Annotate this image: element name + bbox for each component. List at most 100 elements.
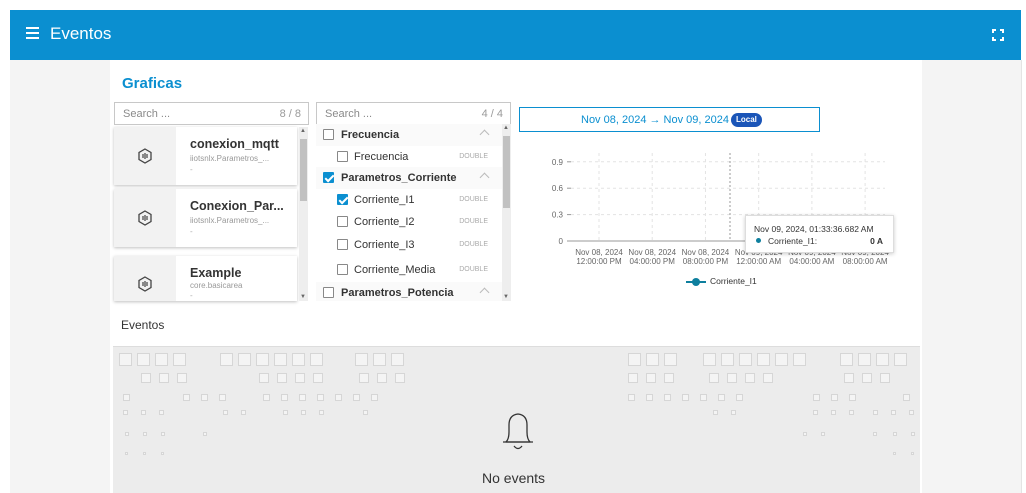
variable-search-input[interactable]: Search ... 4 / 4 [316, 102, 511, 125]
asset-name: Example [190, 266, 242, 280]
x-tick-time: 08:00:00 AM [843, 257, 888, 266]
background-pattern-square [201, 394, 208, 401]
asset-search-placeholder: Search ... [123, 108, 171, 120]
variable-type: DOUBLE [459, 241, 488, 248]
x-tick-time: 04:00:00 AM [789, 257, 834, 266]
asset-type: iiotsnlx.Parametros_... [190, 154, 270, 163]
background-pattern-square [123, 394, 130, 401]
checkbox[interactable] [337, 264, 348, 275]
asset-name: conexion_mqtt [190, 137, 279, 151]
app-header: Eventos [10, 10, 1021, 60]
page-scrollbar[interactable] [1021, 60, 1026, 493]
background-pattern-square [911, 432, 915, 436]
background-pattern-square [763, 373, 773, 383]
variable-group-row[interactable]: Frecuencia [316, 124, 504, 146]
background-pattern-square [377, 373, 387, 383]
background-pattern-square [721, 353, 734, 366]
checkbox[interactable] [323, 129, 334, 140]
background-pattern-square [299, 394, 306, 401]
background-pattern-square [903, 394, 910, 401]
variable-label: Corriente_I3 [354, 239, 415, 251]
background-pattern-square [123, 410, 128, 415]
variable-row[interactable]: Corriente_I1 DOUBLE [316, 189, 504, 211]
scroll-thumb[interactable] [300, 139, 307, 201]
hamburger-icon[interactable] [26, 27, 39, 39]
asset-card[interactable]: Example core.basicarea - [114, 256, 297, 301]
asset-card[interactable]: Conexion_Par... iiotsnlx.Parametros_... … [114, 189, 297, 247]
asset-hexagon-icon [138, 276, 152, 292]
background-pattern-square [173, 353, 186, 366]
background-pattern-square [371, 394, 378, 401]
asset-hexagon-icon [138, 148, 152, 164]
background-pattern-square [646, 373, 656, 383]
background-pattern-square [161, 452, 164, 455]
tooltip-title: Nov 09, 2024, 01:33:36.682 AM [754, 224, 874, 234]
scroll-down-icon[interactable]: ▼ [300, 294, 306, 300]
variable-row[interactable]: Corriente_Media DOUBLE [316, 259, 504, 281]
chevron-up-icon[interactable] [479, 172, 490, 183]
checkbox[interactable] [323, 287, 334, 298]
background-pattern-square [353, 394, 360, 401]
asset-icon-box [114, 127, 176, 185]
variable-row[interactable]: Frecuencia DOUBLE [316, 146, 504, 168]
background-pattern-square [894, 353, 907, 366]
scroll-down-icon[interactable]: ▼ [503, 294, 509, 300]
scroll-thumb[interactable] [503, 136, 510, 208]
empty-state-text: No events [482, 470, 546, 486]
checkbox-checked[interactable] [323, 172, 334, 183]
legend-dot [692, 278, 700, 286]
chevron-up-icon[interactable] [479, 129, 490, 140]
background-pattern-square [256, 353, 269, 366]
background-pattern-square [259, 373, 269, 383]
date-range-text: Nov 08, 2024 → Nov 09, 2024 [581, 114, 729, 126]
background-pattern-square [143, 452, 146, 455]
asset-hexagon-icon [138, 210, 152, 226]
checkbox-checked[interactable] [337, 194, 348, 205]
background-pattern-square [317, 394, 324, 401]
background-pattern-square [664, 373, 674, 383]
background-pattern-square [292, 353, 305, 366]
checkbox[interactable] [337, 151, 348, 162]
variable-row[interactable]: Corriente_I3 DOUBLE [316, 234, 504, 256]
asset-card[interactable]: conexion_mqtt iiotsnlx.Parametros_... - [114, 127, 297, 185]
background-pattern-square [803, 432, 807, 436]
background-pattern-square [813, 410, 818, 415]
background-pattern-square [909, 410, 914, 415]
variable-row[interactable]: Corriente_I2 DOUBLE [316, 211, 504, 233]
chart-y-ticks: 0.9 0.6 0.3 0 [552, 158, 564, 246]
background-pattern-square [757, 353, 770, 366]
variable-group-row[interactable]: Parametros_Potencia [316, 282, 504, 301]
background-pattern-square [876, 353, 889, 366]
background-pattern-square [223, 410, 228, 415]
asset-list-scrollbar[interactable]: ▲ ▼ [299, 127, 308, 301]
background-pattern-square [391, 353, 404, 366]
variable-group-label: Parametros_Corriente [341, 172, 457, 184]
background-pattern-square [880, 373, 890, 383]
variable-list-scrollbar[interactable]: ▲ ▼ [502, 124, 511, 301]
background-pattern-square [831, 394, 838, 401]
asset-search-input[interactable]: Search ... 8 / 8 [114, 102, 309, 125]
checkbox[interactable] [337, 216, 348, 227]
date-range-picker[interactable]: Nov 08, 2024 → Nov 09, 2024 Local [519, 107, 820, 132]
background-pattern-square [281, 394, 288, 401]
chevron-up-icon[interactable] [479, 287, 490, 298]
background-pattern-square [731, 410, 736, 415]
background-pattern-square [862, 373, 872, 383]
checkbox[interactable] [337, 239, 348, 250]
background-pattern-square [664, 353, 677, 366]
background-pattern-square [177, 373, 187, 383]
background-pattern-square [703, 353, 716, 366]
x-tick-date: Nov 08, 2024 [575, 248, 623, 257]
background-pattern-square [849, 394, 856, 401]
fullscreen-icon[interactable] [992, 29, 1004, 41]
x-tick-date: Nov 08, 2024 [682, 248, 730, 257]
background-pattern-square [159, 410, 164, 415]
background-pattern-square [183, 394, 190, 401]
variable-group-label: Frecuencia [341, 129, 400, 141]
variable-group-row[interactable]: Parametros_Corriente [316, 167, 504, 189]
scroll-up-icon[interactable]: ▲ [300, 128, 306, 134]
background-pattern-square [893, 432, 897, 436]
scroll-up-icon[interactable]: ▲ [503, 125, 509, 131]
background-pattern-square [745, 373, 755, 383]
background-pattern-square [310, 353, 323, 366]
